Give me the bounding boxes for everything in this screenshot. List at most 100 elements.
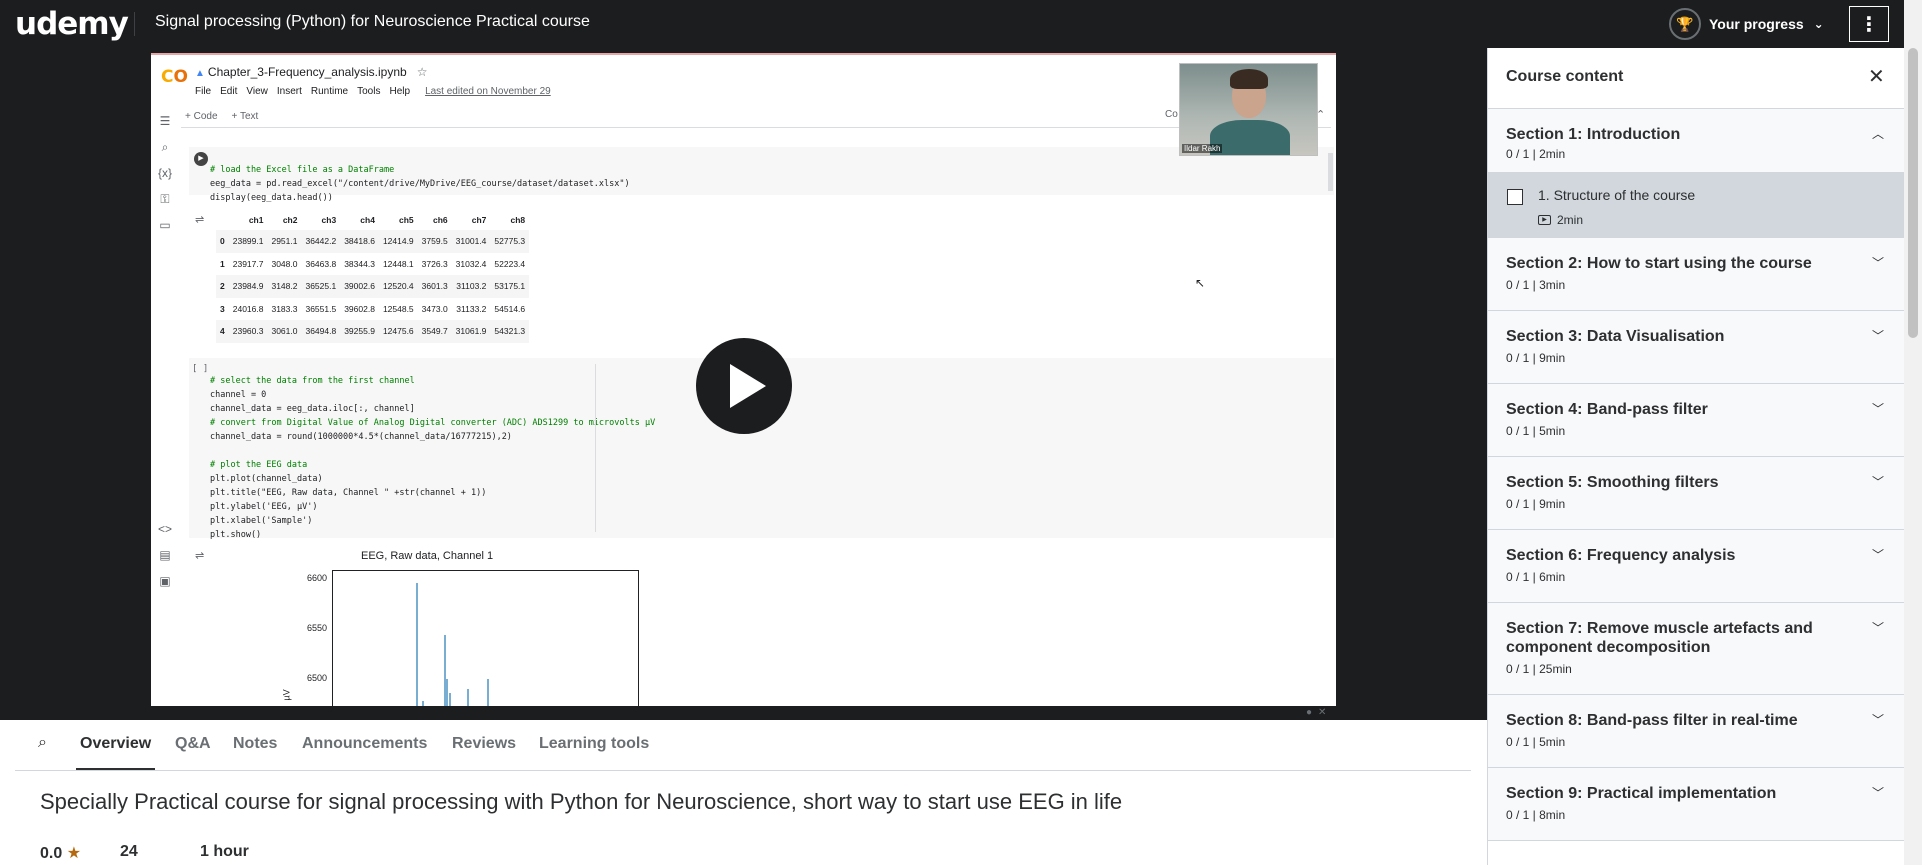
record-dot-icon[interactable]: ● (1306, 707, 1312, 718)
output-toggle-icon: ⇌ (195, 550, 205, 562)
code-line: channel = 0 (210, 390, 267, 400)
table-cell: 36494.8 (301, 320, 341, 343)
section-meta: 0 / 1 | 5min (1506, 424, 1566, 438)
table-cell: 36463.8 (305, 258, 337, 269)
notebook-toolbar: + Code + Text (185, 111, 258, 122)
chevron-up-icon: ︿ (1872, 127, 1885, 141)
section-2[interactable]: Section 2: How to start using the course… (1488, 238, 1904, 311)
table-header: ch1 ch2 ch3 ch4 ch5 ch6 ch7 ch8 (216, 210, 529, 230)
sidebar-header: Course content ✕ (1488, 48, 1904, 109)
instructor-webcam: Ildar Rakh (1179, 63, 1318, 156)
table-cell: 31103.2 (451, 275, 491, 298)
column-header: ch3 (321, 215, 337, 225)
dataframe-table: ch1 ch2 ch3 ch4 ch5 ch6 ch7 ch8 0 23899.… (216, 210, 530, 343)
code-line: # load the Excel file as a DataFrame (210, 165, 395, 175)
mouse-cursor-icon: ↖ (1195, 276, 1206, 290)
add-text: + Text (231, 111, 259, 122)
section-title: Section 9: Practical implementation (1506, 785, 1777, 802)
cell-divider (595, 364, 596, 532)
play-button[interactable] (696, 338, 792, 434)
section-8[interactable]: Section 8: Band-pass filter in real-time… (1488, 695, 1904, 768)
top-divider (134, 12, 135, 36)
table-cell: 3183.3 (271, 303, 298, 314)
chevron-down-icon: ﹀ (1872, 548, 1885, 562)
close-small-icon[interactable]: ✕ (1318, 707, 1326, 718)
section-1[interactable]: Section 1: Introduction 0 / 1 | 2min ︿ 1… (1488, 109, 1904, 238)
cell-bracket: [ ] (192, 364, 209, 374)
more-vertical-icon: ⋮ (1859, 13, 1879, 36)
table-cell: 38344.3 (344, 258, 375, 269)
column-header: ch8 (510, 215, 526, 225)
table-cell: 36442.2 (301, 230, 341, 253)
cell1-code: # load the Excel file as a DataFrame eeg… (210, 149, 630, 205)
table-cell: 39602.8 (344, 303, 375, 314)
play-icon (730, 364, 766, 408)
table-cell: 54514.6 (494, 303, 526, 314)
code-snippets-icon: <> (157, 522, 172, 536)
section-6[interactable]: Section 6: Frequency analysis 0 / 1 | 6m… (1488, 530, 1904, 603)
notebook-filename: ▲ Chapter_3-Frequency_analysis.ipynb ☆ (195, 65, 428, 79)
course-duration: 1 hour (200, 843, 249, 860)
video-player[interactable]: CO ▲ Chapter_3-Frequency_analysis.ipynb ☆ … (0, 48, 1487, 720)
tab-announcements[interactable]: Announcements (302, 735, 427, 753)
udemy-logo[interactable]: udemy (15, 6, 129, 42)
section-9[interactable]: Section 9: Practical implementation 0 / … (1488, 768, 1904, 841)
course-tabs: ⌕ Overview Q&A Notes Announcements Revie… (0, 720, 1487, 771)
code-line: eeg_data = pd.read_excel("/content/drive… (210, 179, 630, 189)
page-scrollbar[interactable] (1904, 0, 1922, 865)
progress-button[interactable]: 🏆 Your progress ⌄ (1669, 6, 1824, 42)
webcam-hair (1230, 69, 1268, 89)
tab-qa[interactable]: Q&A (175, 735, 211, 753)
frame-top-line (151, 53, 1336, 55)
code-cell-1: ▶ # load the Excel file as a DataFrame e… (189, 147, 1334, 203)
code-line: channel_data = eeg_data.iloc[:, channel] (210, 404, 415, 414)
table-cell: 24016.8 (232, 303, 264, 314)
command-palette-icon: ▤ (159, 548, 171, 562)
table-cell: 3 (220, 303, 225, 314)
output-toggle-icon: ⇌ (195, 214, 205, 226)
code-line: plt.show() (210, 530, 262, 540)
course-content-sidebar: Course content ✕ Section 1: Introduction… (1487, 48, 1904, 865)
progress-label: Your progress (1709, 16, 1804, 32)
lecture-checkbox[interactable] (1507, 189, 1523, 205)
tab-notes[interactable]: Notes (233, 735, 277, 753)
section-3[interactable]: Section 3: Data Visualisation 0 / 1 | 9m… (1488, 311, 1904, 384)
chevron-down-icon: ﹀ (1872, 713, 1885, 727)
video-icon: ▶ (1538, 215, 1551, 225)
section-meta: 0 / 1 | 8min (1506, 808, 1566, 822)
chevron-down-icon: ﹀ (1872, 329, 1885, 343)
overview-title: Specially Practical course for signal pr… (40, 789, 1123, 814)
mini-controls: ● ✕ (1306, 707, 1326, 718)
section-7[interactable]: Section 7: Remove muscle artefacts and c… (1488, 603, 1904, 695)
section-title: Section 3: Data Visualisation (1506, 328, 1725, 345)
scrollbar-thumb[interactable] (1908, 48, 1918, 338)
section-5[interactable]: Section 5: Smoothing filters 0 / 1 | 9mi… (1488, 457, 1904, 530)
table-cell: 31032.4 (455, 258, 487, 269)
table-cell: 3148.2 (267, 275, 302, 298)
connect-label: Co (1165, 109, 1178, 120)
plot-svg (416, 583, 489, 706)
trophy-icon: 🏆 (1669, 8, 1701, 40)
variables-icon: {x} (157, 166, 172, 180)
page: udemy Signal processing (Python) for Neu… (0, 0, 1922, 865)
folder-icon: ▭ (159, 218, 171, 232)
code-line: # convert from Digital Value of Analog D… (210, 418, 656, 428)
table-row: 1 23917.7 3048.0 36463.8 38344.3 12448.1… (216, 253, 529, 276)
tab-learning-tools[interactable]: Learning tools (539, 735, 649, 753)
lecture-title: 1. Structure of the course (1538, 187, 1696, 203)
tab-reviews[interactable]: Reviews (452, 735, 516, 753)
tab-overview[interactable]: Overview (80, 735, 151, 753)
close-icon[interactable]: ✕ (1868, 64, 1885, 89)
y-tick: 6500 (307, 673, 328, 683)
column-header: ch1 (248, 215, 264, 225)
lecture-item[interactable]: 1. Structure of the course ▶ 2min (1488, 172, 1904, 238)
table-cell: 36551.5 (305, 303, 337, 314)
section-meta: 0 / 1 | 2min (1506, 147, 1566, 161)
more-options-button[interactable]: ⋮ (1849, 6, 1889, 42)
section-meta: 0 / 1 | 9min (1506, 351, 1566, 365)
course-title[interactable]: Signal processing (Python) for Neuroscie… (155, 13, 590, 31)
drive-icon: ▲ (195, 68, 205, 79)
search-icon[interactable]: ⌕ (38, 734, 47, 752)
section-4[interactable]: Section 4: Band-pass filter 0 / 1 | 5min… (1488, 384, 1904, 457)
rating: 0.0 ★ (40, 843, 81, 863)
